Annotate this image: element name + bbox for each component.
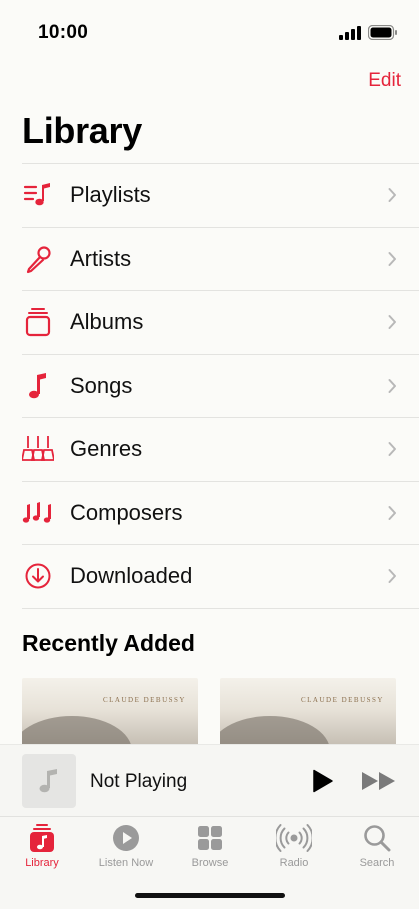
library-item-label: Albums [70,309,144,335]
albums-icon [22,306,54,338]
tab-browse[interactable]: Browse [168,823,252,869]
chevron-right-icon [388,442,396,457]
chevron-right-icon [388,378,396,393]
mini-player-artwork [22,754,76,808]
chevron-right-icon [388,251,396,266]
play-circle-icon [113,825,139,851]
album-artwork-text: CLAUDE DEBUSSY [300,696,384,704]
battery-icon [368,25,397,40]
music-note-icon [39,769,57,793]
chevron-right-icon [388,188,396,203]
library-item-label: Composers [70,499,183,525]
composers-icon [22,497,54,529]
library-item-genres[interactable]: Genres [22,417,419,481]
playlists-icon [22,179,54,211]
grid-icon [198,826,222,850]
mini-player[interactable]: Not Playing [0,744,419,817]
edit-button[interactable]: Edit [368,70,401,92]
tab-radio[interactable]: Radio [252,823,336,869]
download-icon [22,560,54,592]
chevron-right-icon [388,315,396,330]
recently-added-title: Recently Added [22,630,195,656]
library-list: Playlists Artists Albums Songs Genres Co… [22,163,419,609]
genres-icon [22,433,54,465]
library-item-songs[interactable]: Songs [22,353,419,418]
library-item-label: Artists [70,245,132,271]
search-icon [364,825,391,852]
tab-label: Search [359,857,395,869]
tab-search[interactable]: Search [335,823,419,869]
chevron-right-icon [388,569,396,584]
tab-label: Listen Now [98,857,154,869]
library-item-label: Songs [70,372,133,398]
tab-label: Library [25,857,59,869]
cellular-signal-icon [339,26,361,40]
library-item-artists[interactable]: Artists [22,226,419,291]
status-time: 10:00 [38,22,89,43]
home-indicator [135,893,285,898]
library-item-playlists[interactable]: Playlists [22,163,419,227]
album-artwork-text: CLAUDE DEBUSSY [102,696,186,704]
microphone-icon [22,243,54,275]
tab-label: Browse [191,857,229,869]
status-bar: 10:00 [0,0,419,60]
fast-forward-button[interactable] [361,771,397,791]
library-icon [30,824,54,852]
tab-label: Radio [279,857,309,869]
music-note-icon [22,370,54,402]
page-title: Library [22,110,142,151]
radio-icon [276,824,312,852]
library-item-composers[interactable]: Composers [22,480,419,545]
library-item-albums[interactable]: Albums [22,290,419,354]
tab-library[interactable]: Library [0,823,84,869]
library-item-label: Downloaded [70,563,193,589]
library-item-label: Playlists [70,182,151,208]
chevron-right-icon [388,505,396,520]
library-item-downloaded[interactable]: Downloaded [22,544,419,609]
tab-listen-now[interactable]: Listen Now [84,823,168,869]
mini-player-title: Not Playing [90,771,188,792]
play-button[interactable] [312,769,334,793]
library-item-label: Genres [70,436,143,462]
